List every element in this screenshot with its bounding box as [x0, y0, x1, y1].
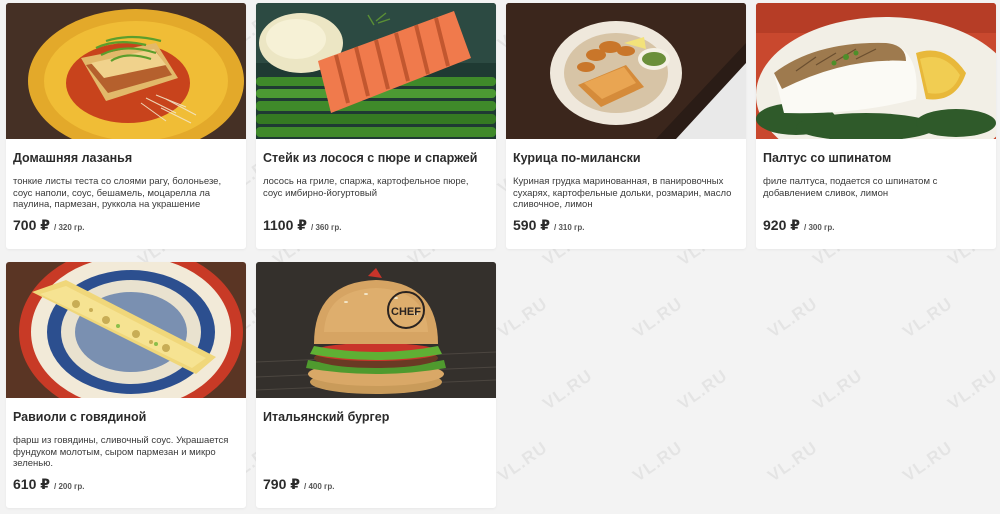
dish-weight: / 400 гр.	[304, 482, 335, 491]
menu-card-salmon[interactable]: Стейк из лосося с пюре и спаржей лосось …	[256, 3, 496, 249]
dish-title: Домашняя лазанья	[13, 151, 133, 165]
dish-price: 790 ₽	[263, 476, 300, 492]
dish-price: 920 ₽	[763, 217, 800, 233]
dish-title: Итальянский бургер	[263, 410, 390, 424]
dish-description: филе палтуса, подается со шпинатом с доб…	[763, 176, 938, 199]
price-row: 700 ₽ / 320 гр.	[13, 217, 84, 234]
lasagna-photo	[6, 3, 246, 139]
dish-title: Курица по-милански	[513, 151, 641, 165]
salmon-photo	[256, 3, 496, 139]
price-row: 590 ₽ / 310 гр.	[513, 217, 584, 234]
halibut-photo	[756, 3, 996, 139]
dish-description: фарш из говядины, сливочный соус. Украша…	[13, 435, 229, 469]
dish-weight: / 310 гр.	[554, 223, 585, 232]
dish-price: 1100 ₽	[263, 217, 308, 233]
menu-card-chicken[interactable]: Курица по-милански Куриная грудка марино…	[506, 3, 746, 249]
burger-bun-brand: CHEF	[391, 306, 421, 318]
dish-price: 700 ₽	[13, 217, 50, 233]
burger-photo: CHEF	[256, 262, 496, 398]
menu-card-burger[interactable]: CHEF Итальянский бургер 790 ₽ / 400 гр.	[256, 262, 496, 508]
price-row: 790 ₽ / 400 гр.	[263, 476, 334, 493]
price-row: 1100 ₽ / 360 гр.	[263, 217, 341, 234]
dish-description: Куриная грудка маринованная, в панировоч…	[513, 176, 732, 210]
menu-card-halibut[interactable]: Палтус со шпинатом филе палтуса, подаетс…	[756, 3, 996, 249]
dish-title: Стейк из лосося с пюре и спаржей	[263, 151, 478, 165]
dish-description	[263, 435, 488, 471]
menu-card-lasagna[interactable]: Домашняя лазанья тонкие листы теста со с…	[6, 3, 246, 249]
dish-price: 590 ₽	[513, 217, 550, 233]
price-row: 610 ₽ / 200 гр.	[13, 476, 84, 493]
dish-weight: / 360 гр.	[311, 223, 342, 232]
menu-grid: Домашняя лазанья тонкие листы теста со с…	[6, 3, 996, 508]
dish-description: тонкие листы теста со слоями рагу, болон…	[13, 176, 222, 210]
price-row: 920 ₽ / 300 гр.	[763, 217, 834, 234]
dish-weight: / 300 гр.	[804, 223, 835, 232]
dish-weight: / 320 гр.	[54, 223, 85, 232]
chicken-photo	[506, 3, 746, 139]
dish-weight: / 200 гр.	[54, 482, 85, 491]
menu-card-ravioli[interactable]: Равиоли с говядиной фарш из говядины, сл…	[6, 262, 246, 508]
dish-title: Палтус со шпинатом	[763, 151, 892, 165]
dish-price: 610 ₽	[13, 476, 50, 492]
ravioli-photo	[6, 262, 246, 398]
dish-title: Равиоли с говядиной	[13, 410, 147, 424]
dish-description: лосось на гриле, спаржа, картофельное пю…	[263, 176, 469, 199]
